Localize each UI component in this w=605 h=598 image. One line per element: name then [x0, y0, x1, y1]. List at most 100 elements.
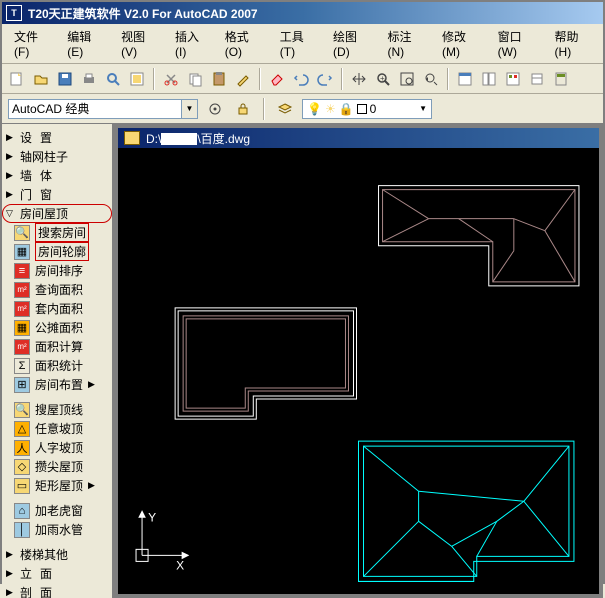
- menu-view[interactable]: 视图(V): [113, 26, 165, 61]
- room-sort-icon: ≡: [14, 263, 30, 279]
- expand-icon[interactable]: ▶: [6, 170, 16, 181]
- open-icon[interactable]: [30, 68, 52, 90]
- matchprops-icon[interactable]: [232, 68, 254, 90]
- zoom-prev-icon[interactable]: [420, 68, 442, 90]
- properties-icon[interactable]: [454, 68, 476, 90]
- tree-room-roof[interactable]: ▽房间屋顶: [2, 204, 112, 223]
- layer-combo[interactable]: 💡 ☀ 🔒 0 ▼: [302, 99, 432, 119]
- tree-door-win[interactable]: ▶门窗: [2, 185, 112, 204]
- print-icon[interactable]: [78, 68, 100, 90]
- publish-icon[interactable]: [126, 68, 148, 90]
- cmd-dormer[interactable]: ⌂加老虎窗: [2, 501, 112, 520]
- submenu-arrow-icon: ▶: [88, 379, 95, 390]
- cad-canvas[interactable]: Y X: [118, 148, 599, 594]
- room-outline-icon: ▦: [14, 244, 30, 260]
- cut-icon[interactable]: [160, 68, 182, 90]
- rainpipe-icon: │: [14, 522, 30, 538]
- cmd-room-outline[interactable]: ▦房间轮廓: [2, 242, 112, 261]
- area-calc-icon: m²: [14, 339, 30, 355]
- tree-settings[interactable]: ▶设置: [2, 128, 112, 147]
- expand-icon[interactable]: ▶: [6, 568, 16, 579]
- bulb-icon[interactable]: 💡: [307, 102, 322, 116]
- menu-format[interactable]: 格式(O): [217, 26, 270, 61]
- expand-icon[interactable]: ▶: [6, 549, 16, 560]
- cmd-search-room[interactable]: 🔍搜索房间: [2, 223, 112, 242]
- tree-stair-other[interactable]: ▶楼梯其他: [2, 545, 112, 564]
- undo-icon[interactable]: [290, 68, 312, 90]
- copy-icon[interactable]: [184, 68, 206, 90]
- pan-icon[interactable]: [348, 68, 370, 90]
- title-bar: T T20天正建筑软件 V2.0 For AutoCAD 2007: [2, 2, 603, 24]
- layer-name: 0: [370, 102, 377, 116]
- menu-edit[interactable]: 编辑(E): [59, 26, 111, 61]
- layer-color-swatch[interactable]: [357, 104, 367, 114]
- menu-insert[interactable]: 插入(I): [167, 26, 215, 61]
- separator: [259, 68, 261, 90]
- expand-icon[interactable]: ▶: [6, 587, 16, 598]
- document-titlebar[interactable]: D:\\百度.dwg: [118, 128, 599, 148]
- tree-axis-col[interactable]: ▶轴网柱子: [2, 147, 112, 166]
- cmd-rect-roof[interactable]: ▭矩形屋顶▶: [2, 476, 112, 495]
- menu-help[interactable]: 帮助(H): [547, 26, 599, 61]
- zoom-win-icon[interactable]: [396, 68, 418, 90]
- preview-icon[interactable]: [102, 68, 124, 90]
- cmd-gable-slope[interactable]: 人人字坡顶: [2, 438, 112, 457]
- cmd-area-stat[interactable]: Σ面积统计: [2, 356, 112, 375]
- lock-icon[interactable]: 🔒: [339, 102, 354, 116]
- cmd-shared-area[interactable]: ▦公摊面积: [2, 318, 112, 337]
- cmd-area-calc[interactable]: m²面积计算: [2, 337, 112, 356]
- room-layout-icon: ⊞: [14, 377, 30, 393]
- menu-window[interactable]: 窗口(W): [490, 26, 545, 61]
- paste-icon[interactable]: [208, 68, 230, 90]
- gable-slope-icon: 人: [14, 440, 30, 456]
- rect-roof-icon: ▭: [14, 478, 30, 494]
- menu-modify[interactable]: 修改(M): [434, 26, 488, 61]
- menu-draw[interactable]: 绘图(D): [325, 26, 377, 61]
- redo-icon[interactable]: [314, 68, 336, 90]
- eraser-icon[interactable]: [266, 68, 288, 90]
- cmd-room-layout[interactable]: ⊞房间布置▶: [2, 375, 112, 394]
- folder-icon: [124, 131, 140, 145]
- ucs-y-label: Y: [148, 510, 156, 524]
- collapse-icon[interactable]: ▽: [6, 208, 16, 219]
- tp-icon[interactable]: [502, 68, 524, 90]
- dc-icon[interactable]: [478, 68, 500, 90]
- tree-elevation[interactable]: ▶立面: [2, 564, 112, 583]
- save-icon[interactable]: [54, 68, 76, 90]
- zoom-rt-icon[interactable]: +: [372, 68, 394, 90]
- ssm-icon[interactable]: [526, 68, 548, 90]
- tangent-toolbar: ▶设置 ▶轴网柱子 ▶墙体 ▶门窗 ▽房间屋顶 🔍搜索房间 ▦房间轮廓 ≡房间排…: [2, 124, 114, 598]
- tree-wall[interactable]: ▶墙体: [2, 166, 112, 185]
- cmd-query-area[interactable]: m²查询面积: [2, 280, 112, 299]
- menu-tools[interactable]: 工具(T): [272, 26, 323, 61]
- expand-icon[interactable]: ▶: [6, 132, 16, 143]
- tree-section[interactable]: ▶剖面: [2, 583, 112, 598]
- layer-stack-icon[interactable]: [274, 98, 296, 120]
- any-slope-icon: △: [14, 421, 30, 437]
- ws-lock-icon[interactable]: [232, 98, 254, 120]
- cmd-room-sort[interactable]: ≡房间排序: [2, 261, 112, 280]
- expand-icon[interactable]: ▶: [6, 151, 16, 162]
- workspace-input[interactable]: [12, 102, 181, 116]
- roof-shape-2-selected: [359, 441, 574, 581]
- search-room-icon: 🔍: [14, 225, 30, 241]
- workspace-combo[interactable]: ▼: [8, 99, 198, 119]
- chevron-down-icon[interactable]: ▼: [181, 100, 197, 118]
- roof-shape-1: [379, 186, 579, 286]
- app-icon: T: [6, 5, 22, 21]
- sun-icon[interactable]: ☀: [325, 102, 336, 116]
- cmd-rainpipe[interactable]: │加雨水管: [2, 520, 112, 539]
- new-icon[interactable]: [6, 68, 28, 90]
- ws-settings-icon[interactable]: [204, 98, 226, 120]
- menu-file[interactable]: 文件(F): [6, 26, 57, 61]
- cmd-conical-roof[interactable]: ◇攒尖屋顶: [2, 457, 112, 476]
- cmd-any-slope[interactable]: △任意坡顶: [2, 419, 112, 438]
- expand-icon[interactable]: ▶: [6, 189, 16, 200]
- chevron-down-icon[interactable]: ▼: [419, 104, 427, 113]
- menu-dimension[interactable]: 标注(N): [380, 26, 432, 61]
- cmd-inner-area[interactable]: m²套内面积: [2, 299, 112, 318]
- cmd-search-roofline[interactable]: 🔍搜屋顶线: [2, 400, 112, 419]
- separator: [341, 68, 343, 90]
- calc-icon[interactable]: [550, 68, 572, 90]
- ucs-x-label: X: [176, 558, 184, 572]
